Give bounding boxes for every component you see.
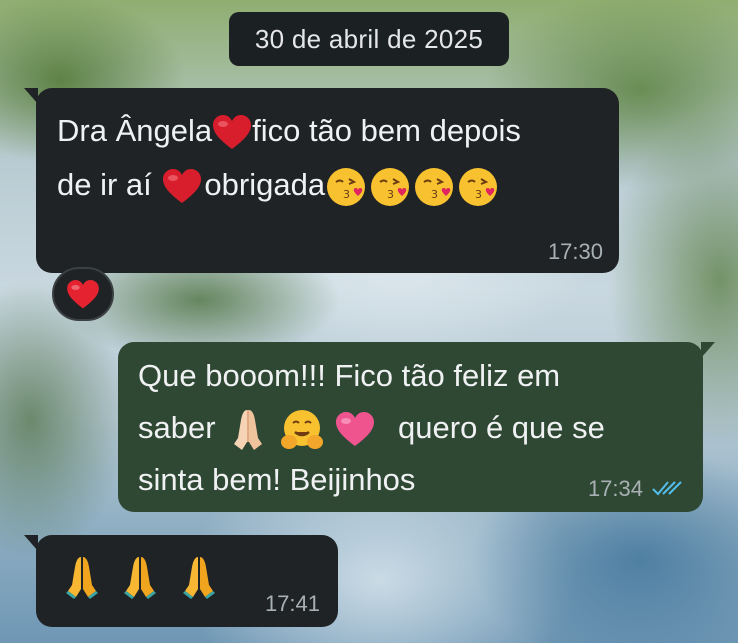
message-timestamp: 17:34 xyxy=(587,476,643,501)
svg-text:3: 3 xyxy=(475,188,482,201)
double-check-read-icon xyxy=(652,481,682,496)
face-blowing-kiss-icon: 3 xyxy=(415,167,454,206)
face-blowing-kiss-icon: 3 xyxy=(459,167,498,206)
hugging-face-icon xyxy=(280,409,323,449)
message-text-part: fico tão bem depois xyxy=(252,113,521,148)
face-blowing-kiss-icon: 3 xyxy=(371,167,410,206)
message-timestamp: 17:41 xyxy=(264,591,320,616)
message-text: Dra Ângela fico tão bem depois de ir aí o… xyxy=(57,104,521,212)
message-emoji-row xyxy=(64,555,217,599)
folded-hands-icon xyxy=(182,557,215,599)
date-separator: 30 de abril de 2025 xyxy=(229,12,509,66)
bubble-tail xyxy=(24,88,38,104)
message-text-part: Dra Ângela xyxy=(57,113,213,148)
bubble-tail xyxy=(701,342,715,358)
message-text: Que booom!!! Fico tão feliz em saber que… xyxy=(138,350,605,506)
message-text-part: saber xyxy=(138,410,216,445)
red-heart-icon xyxy=(67,280,99,309)
message-bubble-outgoing[interactable]: Que booom!!! Fico tão feliz em saber que… xyxy=(118,342,715,512)
message-text-part: obrigada xyxy=(204,167,326,202)
svg-text:3: 3 xyxy=(387,188,394,201)
message-text-part: Que booom!!! Fico tão feliz em xyxy=(138,358,561,393)
folded-hands-light-skin-icon xyxy=(234,409,263,450)
message-bubble-incoming[interactable]: Dra Ângela fico tão bem depois de ir aí o… xyxy=(24,88,619,273)
face-blowing-kiss-icon: 3 xyxy=(327,167,366,206)
pink-heart-icon xyxy=(336,411,375,446)
red-heart-icon xyxy=(213,114,252,149)
message-text-part: sinta bem! Beijinhos xyxy=(138,462,416,497)
svg-text:3: 3 xyxy=(431,188,438,201)
message-text-part: de ir aí xyxy=(57,167,152,202)
bubble-tail xyxy=(24,535,38,551)
folded-hands-icon xyxy=(124,557,157,599)
svg-text:3: 3 xyxy=(343,188,350,201)
message-text-part: quero é que se xyxy=(398,410,605,445)
chat-background: 30 de abril de 2025 Dra Ângela fico tão b… xyxy=(0,0,738,643)
folded-hands-icon xyxy=(66,557,98,599)
reaction-badge[interactable] xyxy=(52,267,114,321)
message-timestamp: 17:30 xyxy=(547,239,603,264)
red-heart-icon xyxy=(163,168,202,203)
message-bubble-incoming[interactable]: 17:41 xyxy=(24,535,338,627)
